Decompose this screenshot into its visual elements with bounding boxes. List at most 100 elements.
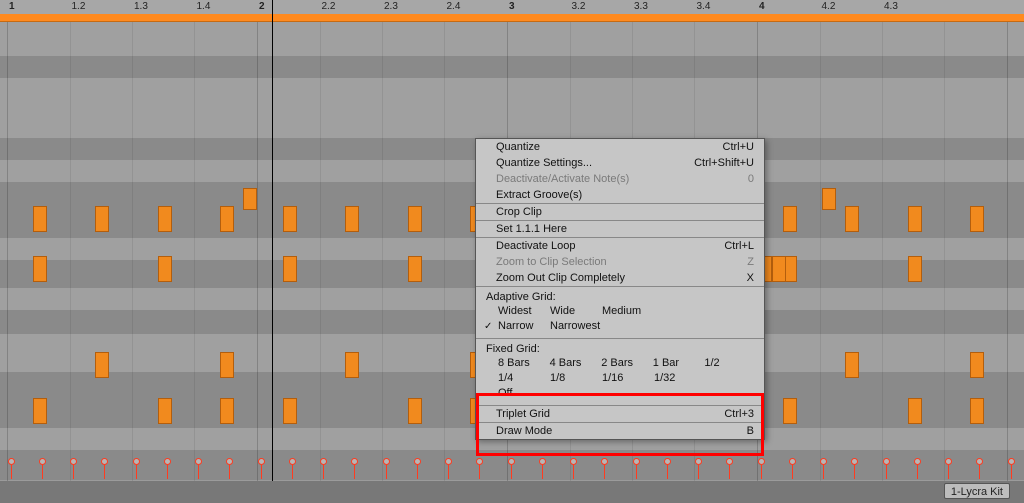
midi-note[interactable] [283, 398, 297, 424]
menu-grid-option[interactable]: 8 Bars [498, 356, 550, 371]
midi-note[interactable] [970, 206, 984, 232]
ruler-minor: 3.4 [697, 1, 711, 12]
midi-note[interactable] [33, 206, 47, 232]
menu-grid-option[interactable]: 1/16 [602, 371, 654, 386]
midi-note[interactable] [95, 352, 109, 378]
bottom-bar: 1-Lycra Kit [0, 481, 1024, 503]
midi-note[interactable] [772, 256, 786, 282]
menu-grid-option[interactable]: 4 Bars [550, 356, 602, 371]
menu-grid-option[interactable]: 1 Bar [653, 356, 705, 371]
midi-note[interactable] [970, 352, 984, 378]
menu-grid: WidestWideMedium NarrowNarrowest [476, 304, 764, 338]
grid-line [444, 22, 445, 481]
menu-item-label: Crop Clip [496, 204, 542, 220]
grid-line [820, 22, 821, 481]
menu-item-label: Triplet Grid [496, 406, 550, 422]
midi-note[interactable] [345, 206, 359, 232]
ruler-major: 2 [259, 1, 265, 12]
menu-item-label: Deactivate Loop [496, 238, 576, 254]
menu-item-label: Extract Groove(s) [496, 187, 582, 203]
midi-note[interactable] [845, 352, 859, 378]
midi-note[interactable] [220, 398, 234, 424]
menu-grid-option[interactable]: Medium [602, 304, 654, 319]
midi-note[interactable] [408, 256, 422, 282]
midi-note[interactable] [822, 188, 836, 210]
loop-brace[interactable] [0, 14, 1024, 22]
grid-line [882, 22, 883, 481]
menu-item[interactable]: Crop Clip [476, 204, 764, 220]
grid-line [7, 22, 8, 481]
marker-row [0, 459, 1024, 479]
playhead[interactable] [272, 0, 273, 481]
menu-item-label: Zoom to Clip Selection [496, 254, 607, 270]
ruler-minor: 4.3 [884, 1, 898, 12]
menu-item[interactable]: Deactivate LoopCtrl+L [476, 238, 764, 254]
midi-note[interactable] [908, 256, 922, 282]
midi-note[interactable] [408, 398, 422, 424]
midi-note[interactable] [158, 256, 172, 282]
midi-note[interactable] [243, 188, 257, 210]
ruler-minor: 2.3 [384, 1, 398, 12]
midi-note[interactable] [408, 206, 422, 232]
lane[interactable] [0, 22, 1024, 56]
midi-note[interactable] [908, 206, 922, 232]
menu-item[interactable]: Draw ModeB [476, 423, 764, 439]
menu-grid-option[interactable]: 1/4 [498, 371, 550, 386]
midi-note[interactable] [783, 398, 797, 424]
menu-item-label: Zoom Out Clip Completely [496, 270, 625, 286]
ruler-major: 4 [759, 1, 765, 12]
grid-line [944, 22, 945, 481]
lane[interactable] [0, 78, 1024, 138]
menu-grid-option[interactable]: Wide [550, 304, 602, 319]
ruler-minor: 1.4 [197, 1, 211, 12]
menu-grid-option[interactable]: Narrowest [550, 319, 602, 334]
midi-note[interactable] [95, 206, 109, 232]
menu-grid-option[interactable]: Off [498, 386, 550, 401]
menu-item[interactable]: Zoom Out Clip Completely X [476, 270, 764, 286]
menu-item-shortcut: Ctrl+3 [724, 406, 754, 422]
midi-note[interactable] [158, 398, 172, 424]
midi-note[interactable] [908, 398, 922, 424]
midi-note[interactable] [220, 352, 234, 378]
midi-note[interactable] [970, 398, 984, 424]
midi-note[interactable] [158, 206, 172, 232]
menu-item-shortcut: Ctrl+Shift+U [694, 155, 754, 171]
midi-note[interactable] [33, 256, 47, 282]
midi-note[interactable] [283, 256, 297, 282]
ruler-minor: 3.3 [634, 1, 648, 12]
menu-item[interactable]: Set 1.1.1 Here [476, 221, 764, 237]
menu-section-header: Adaptive Grid: [476, 287, 764, 304]
device-chip[interactable]: 1-Lycra Kit [944, 483, 1010, 499]
menu-item-shortcut: Ctrl+U [723, 139, 754, 155]
menu-item[interactable]: Extract Groove(s) [476, 187, 764, 203]
menu-item[interactable]: Quantize Settings... Ctrl+Shift+U [476, 155, 764, 171]
menu-section-header: Fixed Grid: [476, 339, 764, 356]
grid-line [132, 22, 133, 481]
menu-grid-option[interactable]: 1/32 [654, 371, 706, 386]
menu-item: Deactivate/Activate Note(s)0 [476, 171, 764, 187]
midi-note[interactable] [220, 206, 234, 232]
midi-note[interactable] [33, 398, 47, 424]
menu-item-shortcut: Z [747, 254, 754, 270]
menu-item[interactable]: Triplet Grid Ctrl+3 [476, 406, 764, 422]
menu-item-shortcut: X [747, 270, 754, 286]
grid-line [382, 22, 383, 481]
menu-grid: 8 Bars4 Bars2 Bars1 Bar1/2 1/41/81/161/32… [476, 356, 764, 405]
menu-grid-option[interactable]: Narrow [498, 319, 550, 334]
midi-note[interactable] [783, 206, 797, 232]
menu-grid-option[interactable]: Widest [498, 304, 550, 319]
lane[interactable] [0, 56, 1024, 78]
midi-note[interactable] [283, 206, 297, 232]
timeline-ruler[interactable]: 12341.21.31.42.22.32.43.23.33.44.24.3 [0, 0, 1024, 14]
midi-note[interactable] [845, 206, 859, 232]
ruler-minor: 4.2 [822, 1, 836, 12]
menu-item-label: Quantize Settings... [496, 155, 592, 171]
grid-line [257, 22, 258, 481]
menu-item[interactable]: QuantizeCtrl+U [476, 139, 764, 155]
ruler-minor: 2.4 [447, 1, 461, 12]
midi-note[interactable] [345, 352, 359, 378]
menu-grid-option[interactable]: 1/8 [550, 371, 602, 386]
menu-grid-option[interactable]: 1/2 [704, 356, 756, 371]
menu-item: Zoom to Clip Selection Z [476, 254, 764, 270]
menu-grid-option[interactable]: 2 Bars [601, 356, 653, 371]
